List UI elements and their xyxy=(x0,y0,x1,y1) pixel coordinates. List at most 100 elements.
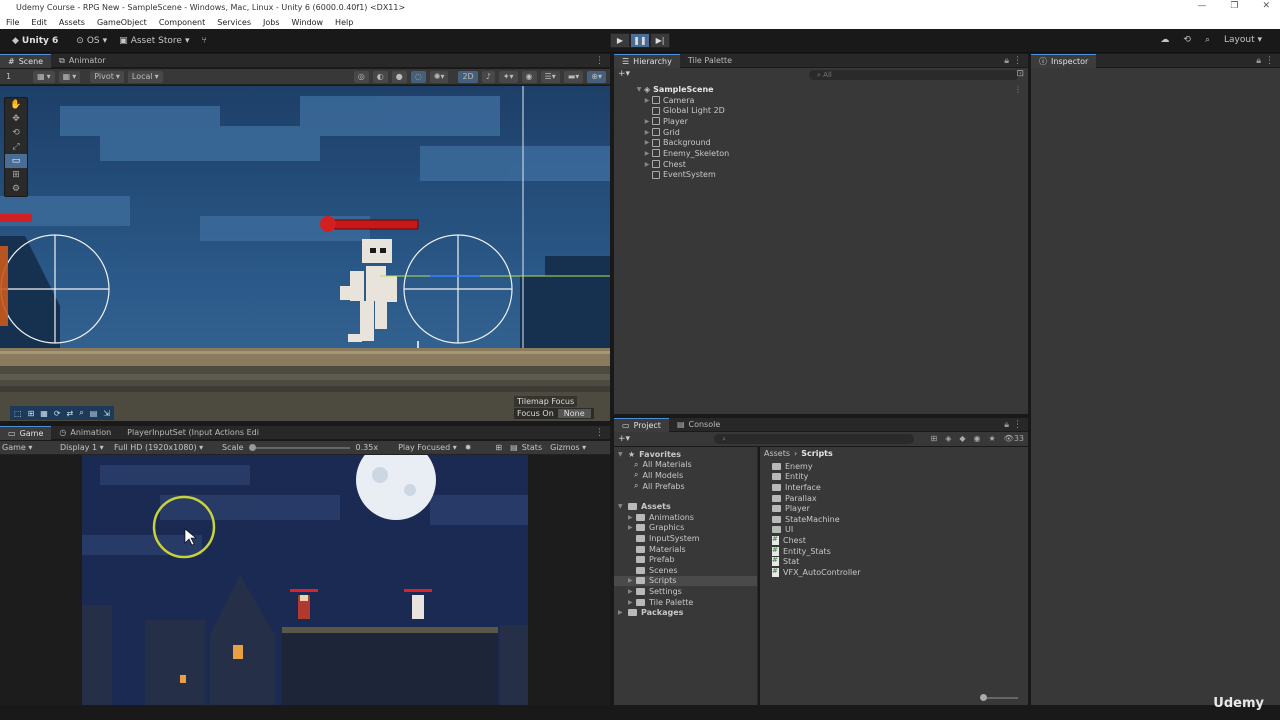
sphere-icon[interactable]: ● xyxy=(391,70,407,83)
collapsed-arrow-icon[interactable]: ▶ xyxy=(628,514,636,521)
rect-tool-icon[interactable]: ▭ xyxy=(5,154,27,168)
favorites-header[interactable]: ▼ ★ Favorites xyxy=(614,449,757,460)
rotate-icon[interactable]: ⟳ xyxy=(54,409,61,418)
list-item[interactable]: ▶ Grid xyxy=(614,127,1028,138)
list-item[interactable]: Global Light 2D xyxy=(614,105,1028,116)
icon-size-slider[interactable] xyxy=(980,694,1018,701)
lock-icon[interactable]: 🔒︎ xyxy=(1256,56,1261,66)
favorite-icon[interactable]: ★ xyxy=(988,434,995,443)
tab-animation[interactable]: ◷ Animation xyxy=(51,426,119,440)
list-item[interactable]: Enemy xyxy=(772,461,1028,472)
list-item[interactable]: InputSystem xyxy=(614,533,757,544)
menu-assets[interactable]: Assets xyxy=(59,18,85,27)
menu-window[interactable]: Window xyxy=(292,18,324,27)
close-button[interactable]: ✕ xyxy=(1262,1,1270,11)
rotate-tool-icon[interactable]: ⟲ xyxy=(5,126,27,140)
filter-label-icon[interactable]: ◈ xyxy=(945,434,951,443)
hidden-packages-icon[interactable]: ◉ xyxy=(974,434,981,443)
mute-icon[interactable]: ✹ xyxy=(465,443,472,452)
scene-row[interactable]: ▼ ◈ SampleScene ⋮ xyxy=(614,84,1028,95)
pivot-dropdown[interactable]: Pivot ▾ xyxy=(90,70,124,83)
os-dropdown[interactable]: ⊙ OS ▾ xyxy=(76,36,107,46)
restore-button[interactable]: ❐ xyxy=(1230,1,1238,11)
maximize-icon[interactable]: ⊞ xyxy=(495,443,502,452)
lock-icon[interactable]: 🔒︎ xyxy=(1004,56,1009,66)
list-item[interactable]: ▶ Player xyxy=(614,116,1028,127)
menu-component[interactable]: Component xyxy=(159,18,205,27)
tab-animator[interactable]: ⧉ Animator xyxy=(51,54,114,68)
list-item[interactable]: ▶ Camera xyxy=(614,95,1028,106)
scale-slider[interactable] xyxy=(248,443,350,451)
collapsed-arrow-icon[interactable]: ▶ xyxy=(642,161,652,168)
breadcrumb-scripts[interactable]: Scripts xyxy=(801,449,833,458)
collapsed-arrow-icon[interactable]: ▶ xyxy=(642,97,652,104)
tag-icon[interactable]: ◆ xyxy=(959,434,965,443)
effects-icon[interactable]: ✦▾ xyxy=(498,70,518,83)
list-item[interactable]: ▶ Enemy_Skeleton xyxy=(614,148,1028,159)
flip-icon[interactable]: ⇄ xyxy=(67,409,74,418)
eraser-icon[interactable]: ▤ xyxy=(90,409,98,418)
list-item[interactable]: Interface xyxy=(772,482,1028,493)
settings-icon[interactable]: ▤ xyxy=(510,443,518,452)
transform-tool-icon[interactable]: ⊞ xyxy=(5,168,27,182)
list-item[interactable]: Entity_Stats xyxy=(772,546,1028,557)
list-item[interactable]: Materials xyxy=(614,544,757,555)
brush-icon[interactable]: ▦ xyxy=(40,409,48,418)
expand-arrow-icon[interactable]: ▼ xyxy=(634,86,644,93)
custom-tool-icon[interactable]: ⚙ xyxy=(5,182,27,196)
project-search[interactable]: ⌕ xyxy=(714,434,914,444)
list-item[interactable]: ▶ Background xyxy=(614,137,1028,148)
collapsed-arrow-icon[interactable]: ▶ xyxy=(618,609,628,616)
display-dropdown[interactable]: Display 1 ▾ xyxy=(60,443,114,452)
expand-arrow-icon[interactable]: ▼ xyxy=(618,451,628,458)
filter-type-icon[interactable]: ⊞ xyxy=(930,434,937,443)
list-item[interactable]: EventSystem xyxy=(614,170,1028,181)
play-focused-dropdown[interactable]: Play Focused ▾ xyxy=(398,443,457,452)
focus-on-dropdown[interactable]: None xyxy=(557,409,591,418)
fill-icon[interactable]: ⇲ xyxy=(103,409,110,418)
snap-button[interactable]: ▦ ▾ xyxy=(58,70,81,83)
cloud-services-icon[interactable]: ☁ xyxy=(1160,35,1169,45)
tab-project[interactable]: ▭ Project xyxy=(614,417,669,432)
list-item[interactable]: UI xyxy=(772,525,1028,536)
list-item[interactable]: Entity xyxy=(772,472,1028,483)
minimize-button[interactable]: — xyxy=(1197,1,1206,11)
tab-inspector[interactable]: ⓘ Inspector xyxy=(1031,53,1097,68)
move-tile-icon[interactable]: ⊞ xyxy=(28,409,35,418)
list-item[interactable]: ⌕ All Materials xyxy=(614,460,757,471)
gizmos-dropdown[interactable]: Gizmos ▾ xyxy=(550,443,586,452)
view-mode-dropdown[interactable]: Game ▾ xyxy=(2,443,60,452)
wireframe-icon[interactable]: ◌ xyxy=(410,70,426,83)
list-item[interactable]: ▶ Settings xyxy=(614,586,757,597)
account-button[interactable]: ◆ Unity 6 xyxy=(12,36,58,46)
search-icon[interactable]: ⌕ xyxy=(1205,35,1210,45)
pause-button[interactable]: ❚❚ xyxy=(630,33,650,48)
tab-game[interactable]: ▭ Game xyxy=(0,425,52,440)
collapsed-arrow-icon[interactable]: ▶ xyxy=(628,577,636,584)
list-item[interactable]: Stat xyxy=(772,556,1028,567)
play-button[interactable]: ▶ xyxy=(610,33,630,48)
list-item[interactable]: ⌕ All Models xyxy=(614,470,757,481)
list-item[interactable]: Parallax xyxy=(772,493,1028,504)
collapsed-arrow-icon[interactable]: ▶ xyxy=(628,524,636,531)
mode-2d-button[interactable]: 2D xyxy=(458,70,478,83)
version-control-button[interactable]: ⑂ xyxy=(201,36,206,46)
shading-icon[interactable]: ◐ xyxy=(372,70,388,83)
history-icon[interactable]: ⟲ xyxy=(1183,35,1191,45)
move-tool-icon[interactable]: ✥ xyxy=(5,112,27,126)
menu-edit[interactable]: Edit xyxy=(31,18,47,27)
collapsed-arrow-icon[interactable]: ▶ xyxy=(642,150,652,157)
menu-file[interactable]: File xyxy=(6,18,19,27)
menu-services[interactable]: Services xyxy=(217,18,251,27)
gizmos-icon[interactable]: ⊕▾ xyxy=(587,70,606,83)
list-item[interactable]: Player xyxy=(772,503,1028,514)
asset-store-button[interactable]: ▣ Asset Store ▾ xyxy=(119,36,189,46)
collapsed-arrow-icon[interactable]: ▶ xyxy=(628,588,636,595)
breadcrumb-assets[interactable]: Assets xyxy=(764,449,790,458)
collapsed-arrow-icon[interactable]: ▶ xyxy=(642,139,652,146)
menu-help[interactable]: Help xyxy=(335,18,353,27)
lock-icon[interactable]: 🔒︎ xyxy=(1004,420,1009,430)
list-item-selected[interactable]: ▶ Scripts xyxy=(614,575,757,587)
list-item[interactable]: ⌕ All Prefabs xyxy=(614,481,757,492)
lighting-icon[interactable]: ✺▾ xyxy=(429,70,449,83)
